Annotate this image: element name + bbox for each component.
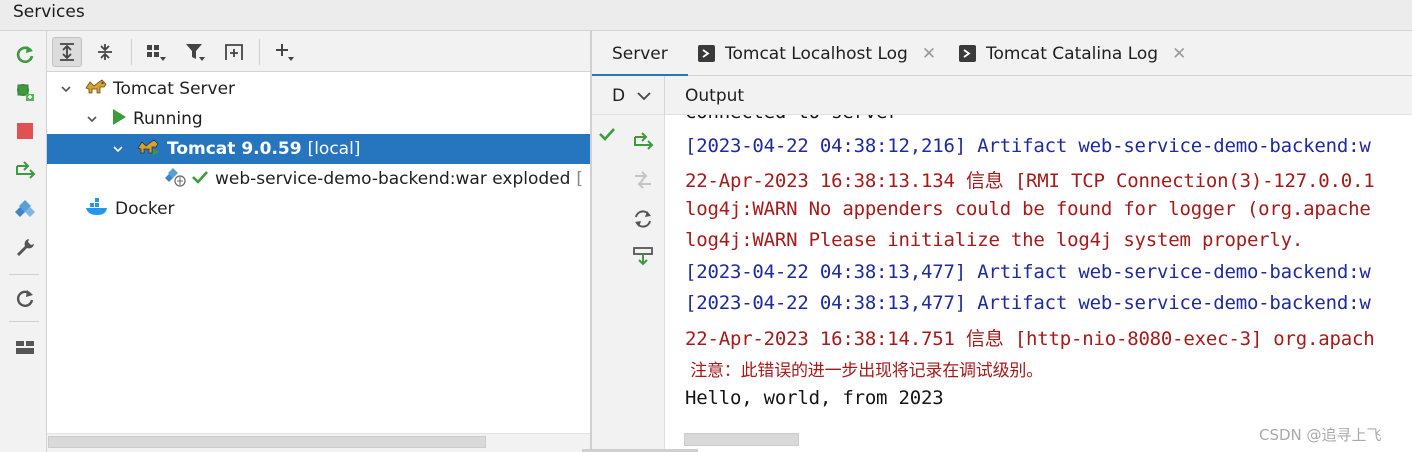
toolbar-separator: [131, 39, 132, 65]
tab-tomcat-catalina-log[interactable]: Tomcat Catalina Log ✕: [959, 31, 1186, 76]
title-bar: Services: [0, 0, 1412, 31]
chevron-down-icon[interactable]: [636, 88, 652, 108]
output-header: D Output: [592, 76, 1412, 115]
output-toolbar: [622, 115, 665, 452]
deployment-status-strip: [592, 115, 622, 452]
tree-item-tomcat-server[interactable]: Tomcat Server: [47, 74, 591, 104]
run-icon: [111, 108, 127, 131]
tree-toolbar: [47, 31, 591, 72]
settings-icon[interactable]: [12, 235, 38, 261]
refresh-icon[interactable]: [630, 206, 656, 232]
console-output[interactable]: Connected to server [2023-04-22 04:38:12…: [665, 115, 1412, 452]
undeploy-icon[interactable]: [630, 167, 656, 193]
tree-item-docker[interactable]: Docker: [47, 194, 591, 224]
window-title: Services: [13, 2, 85, 22]
tomcat-icon: [137, 138, 161, 161]
console-line: [2023-04-22 04:38:13,477] Artifact web-s…: [685, 261, 1371, 283]
tab-label: Server: [612, 43, 668, 64]
artifact-icon[interactable]: [12, 196, 38, 222]
new-service-icon[interactable]: [219, 37, 249, 67]
tree-item-suffix: [: [576, 169, 584, 189]
tree-item-label: Tomcat 9.0.59: [167, 139, 302, 159]
chevron-down-icon[interactable]: [59, 83, 73, 95]
tree-item-label: Docker: [115, 199, 175, 219]
console-line: 注意：此错误的进一步出现将记录在调试级别。: [685, 361, 1044, 381]
console-line: log4j:WARN No appenders could be found f…: [685, 198, 1371, 220]
services-tree: Tomcat Server Running Tomcat 9.0.59 [loc…: [47, 72, 591, 438]
artifact-icon: [165, 167, 189, 192]
check-icon: [191, 169, 209, 190]
close-icon[interactable]: ✕: [1172, 44, 1186, 64]
console-line: 22-Apr-2023 16:38:13.134 信息 [RMI TCP Con…: [685, 170, 1375, 192]
reload-icon[interactable]: [12, 285, 38, 311]
refresh-icon[interactable]: [12, 41, 38, 67]
tree-item-label: Tomcat Server: [113, 79, 236, 99]
tab-label: Tomcat Localhost Log: [725, 43, 908, 64]
left-toolbar: [0, 31, 47, 452]
filter-icon[interactable]: [180, 37, 210, 67]
toolbar-separator: [259, 39, 260, 65]
chevron-down-icon[interactable]: [111, 143, 125, 155]
scrollbar-thumb[interactable]: [48, 436, 486, 448]
add-icon[interactable]: [269, 37, 299, 67]
redeploy-icon[interactable]: [12, 157, 38, 183]
column-divider: [664, 76, 665, 115]
tree-item-label: Running: [133, 109, 203, 129]
tree-item-artifact[interactable]: web-service-demo-backend:war exploded [: [47, 164, 591, 194]
console-icon: [698, 45, 715, 62]
expand-all-icon[interactable]: [52, 37, 82, 67]
console-line: [2023-04-22 04:38:13,477] Artifact web-s…: [685, 292, 1371, 314]
console-icon: [959, 45, 976, 62]
tab-server[interactable]: Server: [592, 31, 688, 77]
tree-item-label: web-service-demo-backend:war exploded: [215, 169, 571, 189]
stop-icon[interactable]: [12, 118, 38, 144]
toolbar-separator: [9, 321, 39, 322]
collapse-all-icon[interactable]: [90, 37, 120, 67]
toolbar-separator: [9, 274, 39, 275]
deploy-icon[interactable]: [12, 79, 38, 105]
scrollbar-thumb[interactable]: [684, 433, 799, 446]
console-line: Hello, world, from 2023: [685, 387, 944, 409]
layout-icon[interactable]: [12, 334, 38, 360]
check-icon: [598, 126, 616, 147]
console-line: [2023-04-22 04:38:12,216] Artifact web-s…: [685, 135, 1371, 157]
deployment-column-label: D: [612, 86, 626, 106]
watermark: CSDN @追寻上飞: [1259, 426, 1382, 444]
tree-horizontal-scrollbar[interactable]: [47, 433, 591, 452]
tree-item-tomcat-instance[interactable]: Tomcat 9.0.59 [local]: [47, 134, 591, 164]
tomcat-icon: [85, 78, 107, 101]
output-label: Output: [685, 86, 745, 106]
docker-icon: [85, 197, 109, 222]
tree-item-suffix: [local]: [307, 139, 361, 159]
group-icon[interactable]: [141, 37, 171, 67]
close-icon[interactable]: ✕: [922, 44, 936, 64]
tab-tomcat-localhost-log[interactable]: Tomcat Localhost Log ✕: [698, 31, 936, 76]
chevron-down-icon[interactable]: [85, 113, 99, 125]
console-line: Connected to server: [685, 115, 899, 123]
tab-label: Tomcat Catalina Log: [986, 43, 1159, 64]
tree-item-running[interactable]: Running: [47, 104, 591, 134]
console-line: 22-Apr-2023 16:38:14.751 信息 [http-nio-80…: [685, 328, 1375, 350]
scroll-to-end-icon[interactable]: [630, 243, 656, 269]
tabs-bar: Server Tomcat Localhost Log ✕ Tomcat Cat…: [592, 31, 1412, 77]
redeploy-icon[interactable]: [630, 128, 656, 154]
console-line: log4j:WARN Please initialize the log4j s…: [685, 229, 1304, 251]
